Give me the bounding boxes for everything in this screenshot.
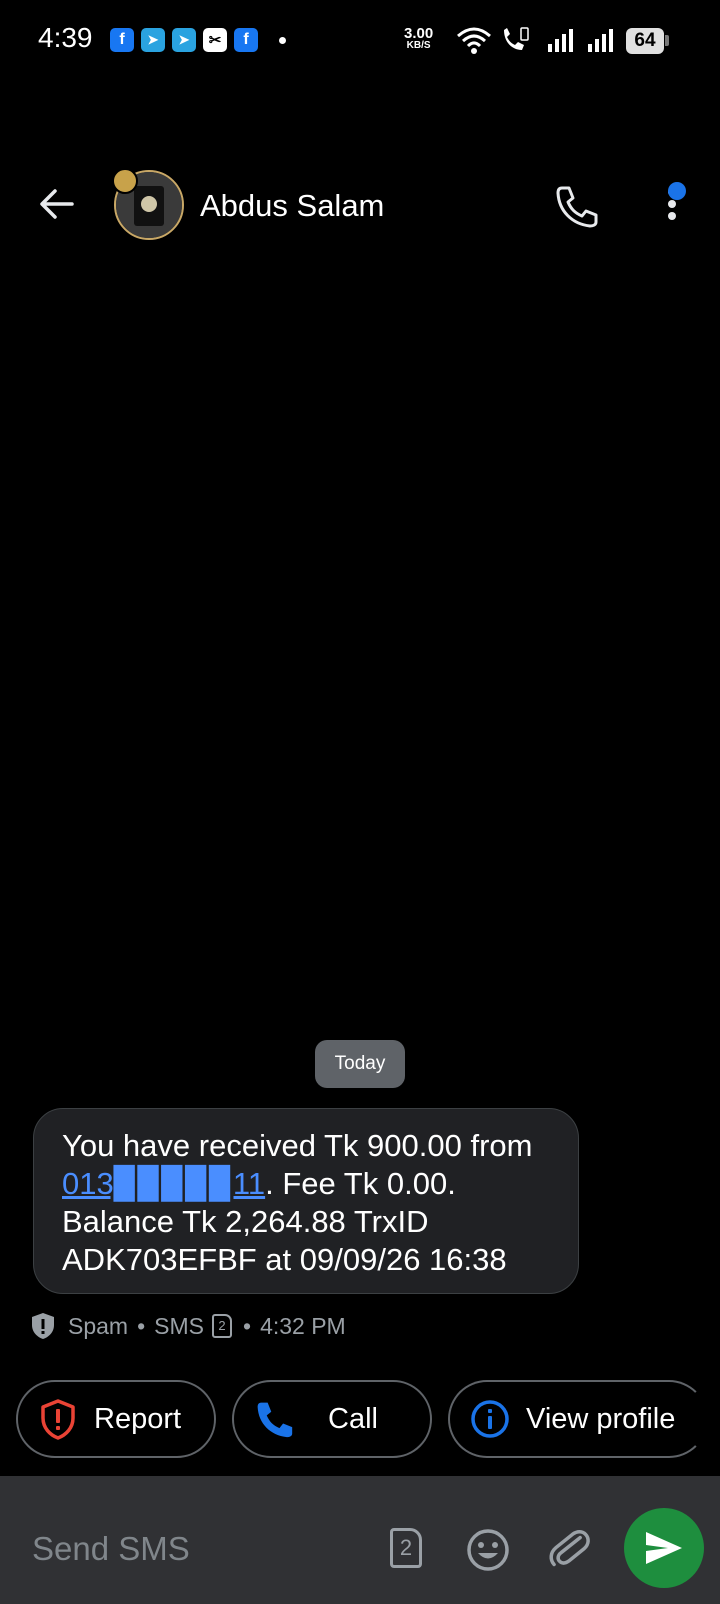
telegram-icon: ➤ bbox=[172, 28, 196, 52]
battery-icon bbox=[665, 35, 669, 46]
emoji-icon[interactable] bbox=[466, 1528, 510, 1572]
view-profile-button[interactable]: View profile bbox=[448, 1380, 708, 1458]
more-notifications-dot bbox=[279, 37, 286, 44]
report-button[interactable]: Report bbox=[16, 1380, 216, 1458]
meta-separator: • bbox=[137, 1312, 146, 1339]
signal-sim1-icon bbox=[548, 29, 573, 52]
message-input[interactable]: Send SMS bbox=[32, 1530, 190, 1568]
notification-dot bbox=[668, 182, 686, 200]
status-bar: 4:39 f ➤ ➤ ✂ f 3.00 KB/S 64 bbox=[0, 0, 720, 84]
spam-label: Spam bbox=[68, 1312, 129, 1339]
network-speed-unit: KB/S bbox=[406, 40, 431, 51]
facebook-icon: f bbox=[110, 28, 134, 52]
view-profile-label: View profile bbox=[526, 1402, 676, 1435]
phone-number-link[interactable]: 013▉▉▉▉▉11 bbox=[62, 1166, 265, 1201]
meta-separator: • bbox=[243, 1312, 252, 1339]
capcut-icon: ✂ bbox=[203, 28, 227, 52]
info-icon bbox=[470, 1399, 510, 1439]
wifi-calling-icon bbox=[504, 27, 529, 50]
crown-badge-icon bbox=[112, 168, 138, 194]
battery-level: 64 bbox=[626, 28, 664, 54]
channel-label: SMS bbox=[154, 1312, 204, 1339]
call-button[interactable]: Call bbox=[232, 1380, 432, 1458]
send-button[interactable] bbox=[624, 1508, 704, 1588]
call-icon bbox=[254, 1399, 294, 1439]
contact-name[interactable]: Abdus Salam bbox=[200, 188, 384, 224]
send-icon bbox=[646, 1532, 682, 1564]
sim-selector-button[interactable]: 2 bbox=[390, 1528, 422, 1568]
sim-icon: 2 bbox=[212, 1314, 232, 1338]
wifi-icon bbox=[457, 27, 491, 54]
conversation-header: Abdus Salam bbox=[0, 84, 720, 240]
signal-sim2-icon bbox=[588, 29, 613, 52]
facebook-icon: f bbox=[234, 28, 258, 52]
phone-icon[interactable] bbox=[554, 184, 598, 228]
message-bubble[interactable]: You have received Tk 900.00 from 013▉▉▉▉… bbox=[33, 1108, 579, 1294]
message-time: 4:32 PM bbox=[260, 1312, 346, 1339]
spam-shield-icon bbox=[32, 1313, 54, 1339]
message-text-start: You have received Tk 900.00 from bbox=[62, 1128, 533, 1163]
call-label: Call bbox=[328, 1402, 378, 1435]
date-divider: Today bbox=[315, 1040, 405, 1088]
message-meta: Spam • SMS 2 • 4:32 PM bbox=[30, 1308, 346, 1344]
back-arrow-icon[interactable] bbox=[38, 186, 74, 222]
network-speed: 3.00 KB/S bbox=[404, 26, 433, 51]
status-time: 4:39 bbox=[38, 22, 93, 53]
report-shield-icon bbox=[38, 1399, 78, 1440]
attachment-icon[interactable] bbox=[548, 1526, 592, 1572]
telegram-icon: ➤ bbox=[141, 28, 165, 52]
report-label: Report bbox=[94, 1402, 182, 1435]
